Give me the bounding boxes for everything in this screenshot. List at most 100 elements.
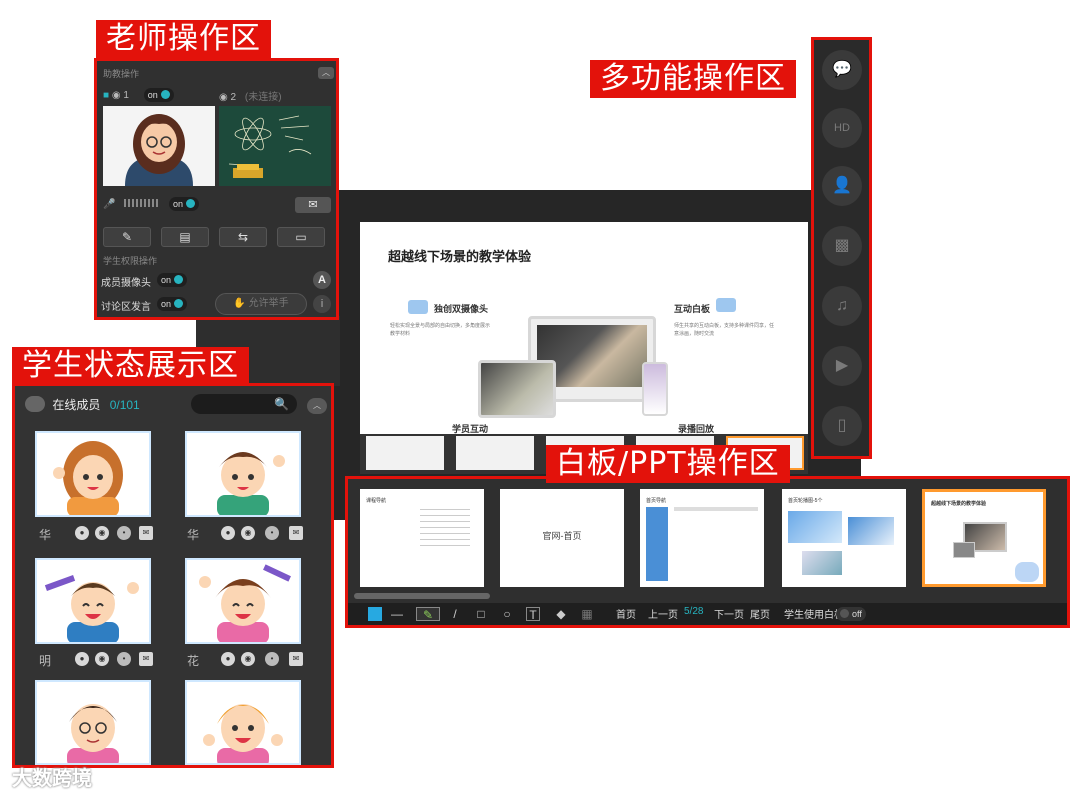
chat-icon[interactable]: 💬 [822, 50, 862, 90]
camera-icon[interactable]: ◉ [241, 526, 255, 540]
microphone-icon[interactable]: ● [221, 526, 235, 540]
microphone-icon[interactable]: ● [75, 526, 89, 540]
tablet-icon[interactable]: ▯ [822, 406, 862, 446]
student-video[interactable] [185, 680, 301, 765]
info-icon[interactable]: i [313, 295, 331, 313]
online-members-header: 在线成员 0/101 [25, 396, 140, 413]
chat-icon[interactable]: • [117, 526, 131, 540]
member-cam-toggle[interactable]: on [157, 273, 188, 287]
play-icon[interactable]: ▶ [822, 346, 862, 386]
first-page-button[interactable]: 首页 [616, 606, 636, 621]
edit-icon: ✎ [121, 230, 133, 244]
board-toolbar: — ✎ / □ ○ T ◆ ▦ 首页 上一页 5/28 下一页 尾页 学生使用白… [348, 603, 1067, 625]
board-feature-icon [716, 298, 736, 312]
chevron-up-icon[interactable]: ︿ [307, 398, 327, 414]
thumb-center-text: 官网-首页 [542, 531, 582, 541]
thumb-heading: 超越线下场景的教学体验 [931, 501, 987, 507]
student-perm-header: 学生权限操作 [103, 256, 158, 266]
camera-icon: ◉ [219, 92, 228, 103]
member-cam-label: 成员摄像头 [101, 278, 151, 289]
line-tool-icon[interactable]: / [448, 607, 462, 621]
student-name: 明 [39, 654, 52, 668]
student-board-toggle[interactable]: off [836, 607, 866, 621]
student-name: 华 [39, 528, 52, 542]
microphone-icon[interactable]: ● [221, 652, 235, 666]
slide-feature-camera-desc: 轻松实现全景与局部的自由切换，多角度展示教学材料 [390, 323, 491, 337]
color-picker-icon[interactable] [368, 607, 382, 621]
student-video[interactable] [35, 558, 151, 644]
mic-toggle[interactable]: on [169, 197, 200, 211]
slide-thumbnail[interactable]: 首页导航 [640, 489, 764, 587]
mail-icon[interactable]: ✉ [295, 197, 331, 213]
chevron-up-icon[interactable]: ︿ [318, 67, 334, 79]
line-width-icon[interactable]: — [390, 607, 404, 621]
mail-icon[interactable]: ✉ [139, 526, 153, 540]
prev-page-button[interactable]: 上一页 [648, 606, 678, 621]
teacher-video-1[interactable] [103, 106, 215, 186]
camera-2-status: (未连接) [244, 92, 282, 103]
camera-icon[interactable]: ◉ [241, 652, 255, 666]
document-icon: ▤ [179, 230, 191, 244]
phone-illustration [642, 362, 668, 416]
microphone-icon[interactable]: ● [75, 652, 89, 666]
video-camera-icon[interactable]: ▩ [822, 226, 862, 266]
zone-label-multi: 多功能操作区 [590, 60, 796, 98]
mail-icon[interactable]: ✉ [289, 526, 303, 540]
chat-icon[interactable]: • [265, 652, 279, 666]
thumbnail-scrollbar[interactable] [354, 593, 490, 599]
eraser-icon[interactable]: ◆ [554, 607, 568, 621]
student-video[interactable] [185, 558, 301, 644]
document-button[interactable]: ▤ [161, 227, 209, 247]
student-video[interactable] [35, 431, 151, 517]
student-video[interactable] [185, 431, 301, 517]
thumb-heading: 首页导航 [646, 498, 667, 504]
thumb-heading: 课程导航 [366, 498, 387, 504]
current-slide: 超越线下场景的教学体验 独创双摄像头 轻松实现全景与局部的自由切换，多角度展示教… [360, 222, 808, 434]
mail-icon[interactable]: ✉ [289, 652, 303, 666]
chat-icon[interactable]: • [117, 652, 131, 666]
trash-icon[interactable]: ▦ [580, 607, 594, 621]
tablet-illustration [478, 360, 556, 418]
page-indicator: 5/28 [684, 606, 704, 617]
camera-icon[interactable]: ◉ [95, 526, 109, 540]
switch-button[interactable]: ⇆ [219, 227, 267, 247]
slide-thumbnail[interactable]: 课程导航 [360, 489, 484, 587]
camera-icon[interactable]: ◉ [95, 652, 109, 666]
slide-feature-camera: 独创双摄像头 [434, 304, 489, 314]
slide-thumbnail[interactable]: 首页轮播图-5个 [782, 489, 906, 587]
raise-hand-button[interactable]: ✋ 允许举手 [215, 293, 307, 315]
pen-icon[interactable]: ✎ [416, 607, 440, 622]
camera-icon: ◉ [111, 90, 121, 101]
last-page-button[interactable]: 尾页 [750, 606, 770, 621]
slide-thumbnail[interactable]: 官网-首页 [500, 489, 624, 587]
all-button[interactable]: A [313, 271, 331, 289]
hd-icon[interactable]: HD [822, 108, 862, 148]
slide-title: 超越线下场景的教学体验 [388, 249, 532, 264]
chat-icon[interactable]: • [265, 526, 279, 540]
teacher-video-2[interactable] [219, 106, 331, 186]
camera-2-label: 2 [230, 92, 237, 103]
thumb-heading: 首页轮播图-5个 [788, 498, 823, 504]
student-name: 华 [187, 528, 200, 542]
online-members-title: 在线成员 [52, 398, 101, 412]
discuss-toggle[interactable]: on [157, 297, 188, 311]
text-tool-icon[interactable]: T [526, 607, 540, 622]
presenter-icon[interactable]: 👤 [822, 166, 862, 206]
search-icon: 🔍 [274, 397, 289, 411]
rectangle-tool-icon[interactable]: □ [474, 607, 488, 621]
circle-tool-icon[interactable]: ○ [500, 607, 514, 621]
member-search-input[interactable]: 🔍 [191, 394, 297, 414]
camera-1-toggle[interactable]: on [143, 88, 174, 102]
teacher-user-icon: ■ [103, 90, 110, 101]
mail-icon[interactable]: ✉ [139, 652, 153, 666]
teacher-panel: 助教操作 ︿ ■ ◉ 1 on ◉ 2 (未连接) 🎤 on ✉ ✎ ▤ ⇆ ▭… [94, 58, 339, 320]
screen-share-button[interactable]: ▭ [277, 227, 325, 247]
next-page-button[interactable]: 下一页 [714, 606, 744, 621]
slide-thumbnail-active[interactable]: 超越线下场景的教学体验 [922, 489, 1046, 587]
hand-icon: ✋ [233, 298, 246, 309]
student-video[interactable] [35, 680, 151, 765]
camera-1-label: 1 [123, 90, 129, 101]
music-icon[interactable]: ♫ [822, 286, 862, 326]
student-panel: 在线成员 0/101 🔍 ︿ 华 ● ◉ • ✉ 华 ● ◉ • ✉ 明 ● ◉… [12, 383, 334, 768]
edit-button[interactable]: ✎ [103, 227, 151, 247]
